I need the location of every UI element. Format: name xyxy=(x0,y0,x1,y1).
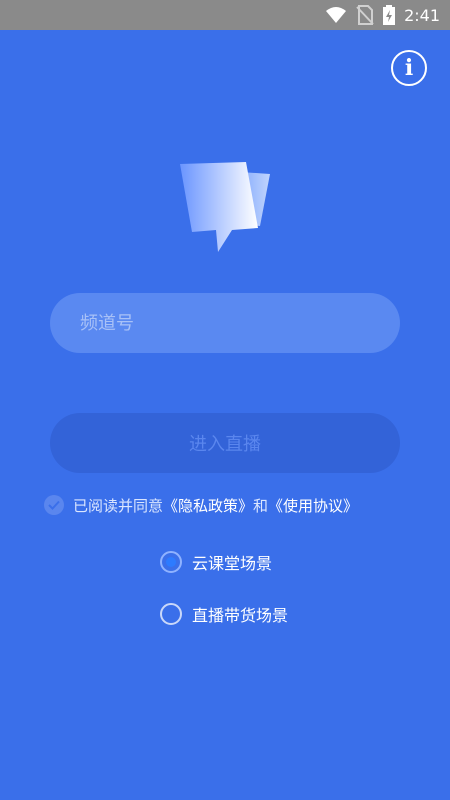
agreement-row: 已阅读并同意 《隐私政策》 和 《使用协议》 xyxy=(44,494,358,516)
agreement-conjunction: 和 xyxy=(253,496,269,515)
chat-bubble-logo-icon xyxy=(180,162,270,252)
status-bar: 2:41 xyxy=(0,0,450,30)
radio-unselected-icon[interactable] xyxy=(160,603,182,625)
info-button[interactable]: i xyxy=(391,50,427,86)
scene-option-label: 云课堂场景 xyxy=(192,554,273,573)
wifi-icon xyxy=(326,7,347,23)
scene-option-live-commerce[interactable]: 直播带货场景 xyxy=(160,601,288,627)
status-time: 2:41 xyxy=(404,5,440,25)
channel-number-input[interactable] xyxy=(50,293,400,353)
enter-live-button[interactable]: 进入直播 xyxy=(50,413,400,473)
privacy-policy-link[interactable]: 《隐私政策》 xyxy=(163,495,253,516)
info-icon: i xyxy=(404,55,414,81)
status-icons: 2:41 xyxy=(325,0,440,30)
terms-of-use-link[interactable]: 《使用协议》 xyxy=(268,495,358,516)
radio-selected-icon[interactable] xyxy=(160,551,182,573)
checkmark-icon xyxy=(48,500,60,510)
scene-option-label: 直播带货场景 xyxy=(192,606,289,625)
agreement-prefix: 已阅读并同意 xyxy=(73,496,164,515)
battery-charging-icon xyxy=(383,5,396,25)
no-sim-icon xyxy=(356,5,374,25)
scene-option-cloud-class[interactable]: 云课堂场景 xyxy=(160,549,272,575)
agreement-checkbox[interactable] xyxy=(44,495,64,515)
